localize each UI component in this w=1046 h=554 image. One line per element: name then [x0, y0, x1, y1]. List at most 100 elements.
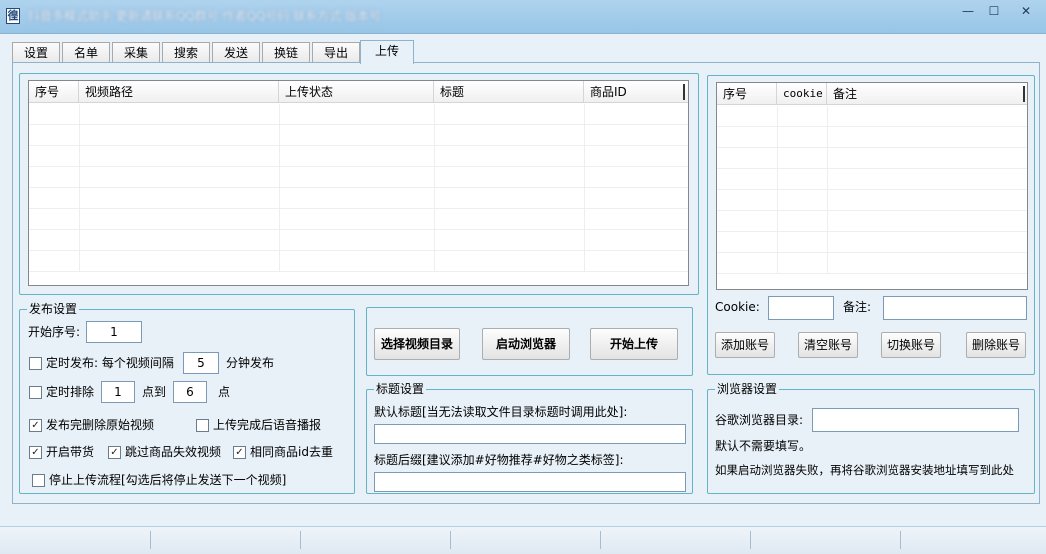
action-group: 选择视频目录 启动浏览器 开始上传	[366, 307, 693, 376]
table-row	[29, 188, 688, 209]
clear-accounts-button[interactable]: 清空账号	[798, 332, 858, 358]
select-video-dir-button[interactable]: 选择视频目录	[374, 328, 460, 360]
title-bar: 徨 抖音多模式助手 更新请联系QQ群号 作者QQ号码 联系方式 版本号 — ☐ …	[0, 0, 1046, 34]
chrome-dir-input[interactable]	[812, 408, 1019, 432]
skip-invalid-checkbox[interactable]: ✓	[108, 446, 121, 459]
voice-notify-checkbox[interactable]	[196, 419, 209, 432]
close-button[interactable]: ✕	[1012, 2, 1040, 20]
window-title: 抖音多模式助手 更新请联系QQ群号 作者QQ号码 联系方式 版本号	[28, 9, 382, 23]
title-suffix-input[interactable]	[374, 472, 686, 492]
column-header[interactable]: 备注	[827, 83, 1023, 105]
table-row	[29, 104, 688, 125]
timed-schedule-label: 定时排除	[46, 385, 95, 399]
column-header[interactable]: 视频路径	[79, 81, 279, 103]
delete-after-publish-label: 发布完删除原始视频	[46, 418, 155, 432]
column-resize-handle[interactable]	[683, 84, 685, 100]
status-separator	[600, 531, 601, 549]
video-table[interactable]: 序号 视频路径 上传状态 标题 商品ID	[28, 80, 689, 286]
table-row	[29, 251, 688, 272]
schedule-from-input[interactable]: 1	[101, 381, 135, 403]
tab-collect[interactable]: 采集	[112, 42, 160, 63]
delete-account-button[interactable]: 删除账号	[966, 332, 1026, 358]
account-group: 序号 cookie 备注 Cookie: 备注: 添加账号 清空账号 切换账号 …	[707, 75, 1035, 375]
title-settings-title: 标题设置	[374, 382, 427, 396]
cookie-label: Cookie:	[715, 300, 760, 314]
timed-publish-checkbox[interactable]	[29, 357, 42, 370]
schedule-unit-label: 点	[218, 385, 231, 399]
table-row	[29, 209, 688, 230]
timed-schedule-checkbox[interactable]	[29, 386, 42, 399]
table-row	[717, 106, 1027, 127]
account-table[interactable]: 序号 cookie 备注	[716, 82, 1028, 290]
status-separator	[750, 531, 751, 549]
table-row	[29, 230, 688, 251]
column-resize-handle[interactable]	[1023, 86, 1025, 102]
table-row	[29, 146, 688, 167]
status-separator	[150, 531, 151, 549]
timed-publish-label: 定时发布: 每个视频间隔	[46, 356, 174, 370]
tab-export[interactable]: 导出	[312, 42, 360, 63]
voice-notify-label: 上传完成后语音播报	[213, 418, 322, 432]
status-bar	[0, 526, 1046, 554]
browser-hint-fallback: 如果启动浏览器失败，再将谷歌浏览器安装地址填写到此处	[715, 463, 1014, 477]
interval-unit-label: 分钟发布	[226, 356, 275, 370]
column-header[interactable]: 上传状态	[279, 81, 434, 103]
publish-settings-title: 发布设置	[27, 302, 80, 316]
default-title-input[interactable]	[374, 424, 686, 444]
title-suffix-label: 标题后缀[建议添加#好物推荐#好物之类标签]:	[374, 453, 624, 467]
start-upload-button[interactable]: 开始上传	[590, 328, 678, 360]
column-header[interactable]: 序号	[29, 81, 79, 103]
dedupe-checkbox[interactable]: ✓	[233, 446, 246, 459]
column-header[interactable]: 序号	[717, 83, 777, 105]
tab-send[interactable]: 发送	[212, 42, 260, 63]
app-icon: 徨	[6, 8, 20, 24]
maximize-button[interactable]: ☐	[980, 2, 1008, 20]
table-row	[717, 211, 1027, 232]
schedule-to-label: 点到	[142, 385, 167, 399]
start-index-input[interactable]: 1	[86, 321, 142, 343]
tab-swap-link[interactable]: 换链	[262, 42, 310, 63]
enable-goods-checkbox[interactable]: ✓	[29, 446, 42, 459]
chrome-dir-label: 谷歌浏览器目录:	[715, 413, 804, 427]
add-account-button[interactable]: 添加账号	[715, 332, 775, 358]
launch-browser-button[interactable]: 启动浏览器	[482, 328, 570, 360]
status-separator	[900, 531, 901, 549]
table-row	[717, 232, 1027, 253]
video-table-header: 序号 视频路径 上传状态 标题 商品ID	[29, 81, 688, 103]
schedule-to-input[interactable]: 6	[173, 381, 207, 403]
tab-upload[interactable]: 上传	[360, 40, 414, 64]
stop-flow-checkbox[interactable]	[32, 474, 45, 487]
table-row	[717, 148, 1027, 169]
table-row	[717, 169, 1027, 190]
delete-after-publish-checkbox[interactable]: ✓	[29, 419, 42, 432]
interval-input[interactable]: 5	[183, 352, 219, 374]
publish-settings-group: 发布设置 开始序号: 1 定时发布: 每个视频间隔 5 分钟发布 定时排除 1 …	[19, 302, 355, 494]
dedupe-label: 相同商品id去重	[250, 445, 333, 459]
tab-settings[interactable]: 设置	[12, 42, 60, 63]
enable-goods-label: 开启带货	[46, 445, 95, 459]
stop-flow-label: 停止上传流程[勾选后将停止发送下一个视频]	[49, 473, 287, 487]
note-input[interactable]	[883, 296, 1027, 320]
switch-account-button[interactable]: 切换账号	[881, 332, 941, 358]
tab-list[interactable]: 名单	[62, 42, 110, 63]
browser-hint-default: 默认不需要填写。	[715, 439, 812, 453]
title-settings-group: 标题设置 默认标题[当无法读取文件目录标题时调用此处]: 标题后缀[建议添加#好…	[366, 382, 693, 494]
table-row	[717, 253, 1027, 274]
table-row	[717, 127, 1027, 148]
status-separator	[450, 531, 451, 549]
table-row	[29, 125, 688, 146]
account-table-header: 序号 cookie 备注	[717, 83, 1027, 105]
skip-invalid-label: 跳过商品失效视频	[125, 445, 222, 459]
note-label: 备注:	[843, 300, 872, 314]
minimize-button[interactable]: —	[954, 2, 982, 20]
browser-settings-group: 浏览器设置 谷歌浏览器目录: 默认不需要填写。 如果启动浏览器失败，再将谷歌浏览…	[707, 382, 1035, 494]
column-header[interactable]: 标题	[434, 81, 584, 103]
video-table-group: 序号 视频路径 上传状态 标题 商品ID	[19, 73, 699, 295]
column-header[interactable]: 商品ID	[584, 81, 684, 103]
table-row	[29, 167, 688, 188]
column-header[interactable]: cookie	[777, 83, 827, 105]
cookie-input[interactable]	[768, 296, 834, 320]
tab-search[interactable]: 搜索	[162, 42, 210, 63]
default-title-label: 默认标题[当无法读取文件目录标题时调用此处]:	[374, 405, 628, 419]
start-index-label: 开始序号:	[28, 325, 81, 339]
